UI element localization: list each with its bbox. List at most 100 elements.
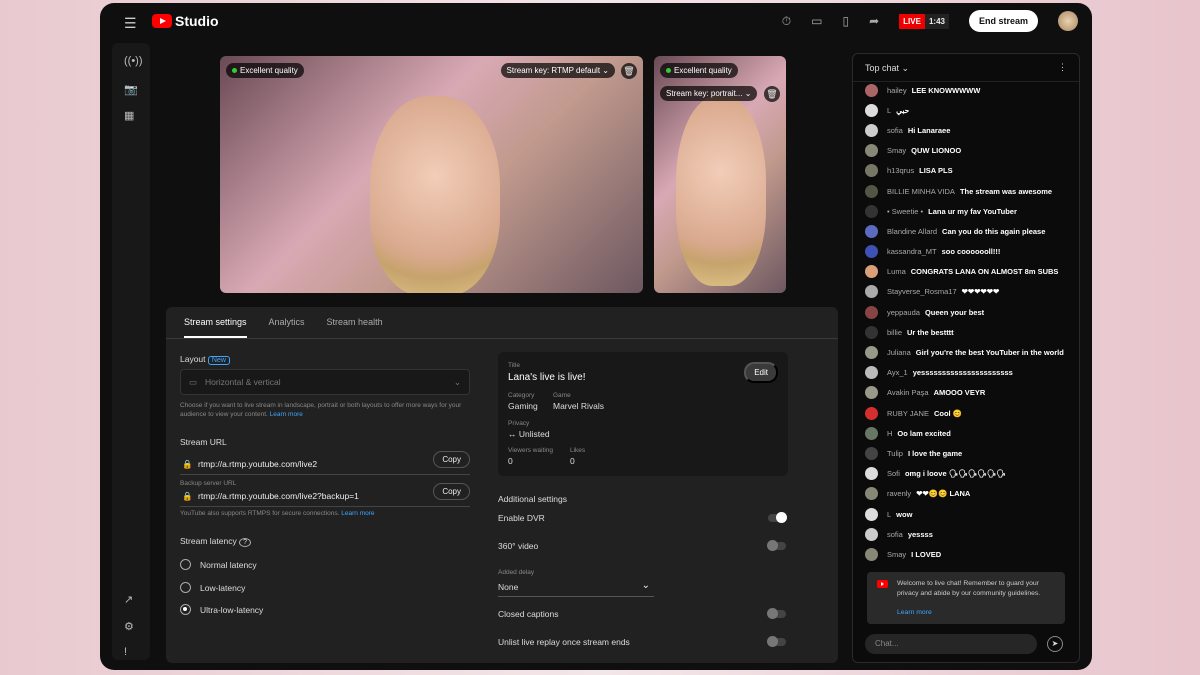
chat-author[interactable]: yeppauda (887, 308, 920, 317)
dvr-toggle[interactable] (768, 512, 787, 523)
chat-avatar[interactable] (865, 406, 878, 420)
chat-author[interactable]: Sofi (887, 469, 900, 478)
chat-message: Juliana Girl you're the best YouTuber in … (865, 342, 1073, 362)
chat-avatar[interactable] (865, 123, 878, 137)
chat-avatar[interactable] (865, 467, 878, 481)
tab-analytics[interactable]: Analytics (269, 317, 305, 338)
chat-avatar[interactable] (865, 507, 878, 521)
end-stream-button[interactable]: End stream (968, 10, 1038, 32)
lock-icon: 🔒 (182, 491, 193, 501)
chat-avatar[interactable] (865, 184, 878, 198)
delete-icon[interactable]: 🗑 (621, 63, 637, 79)
chat-author[interactable]: Avakin Paşa (887, 388, 929, 397)
chat-author[interactable]: Stayverse_Rosma17 (887, 287, 957, 296)
send-icon[interactable]: ➤ (1047, 636, 1063, 652)
youtube-studio-logo[interactable]: Studio (152, 13, 219, 29)
vertical-preview[interactable]: Excellent quality Stream key: portrait..… (654, 56, 786, 293)
delete-icon[interactable]: 🗑 (764, 86, 780, 102)
chat-avatar[interactable] (865, 265, 878, 279)
chat-author[interactable]: ravenly (887, 489, 911, 498)
top-chat-dropdown[interactable]: Top chat ⌄ (865, 63, 909, 73)
chat-author[interactable]: sofia (887, 126, 903, 135)
chat-author[interactable]: H (887, 429, 892, 438)
chat-avatar[interactable] (865, 325, 878, 339)
live-broadcast-icon[interactable]: ((•)) (124, 55, 143, 67)
chat-avatar[interactable] (865, 144, 878, 158)
chat-author[interactable]: Juliana (887, 348, 911, 357)
chat-avatar[interactable] (865, 224, 878, 238)
horizontal-preview[interactable]: Excellent quality Stream key: RTMP defau… (220, 56, 643, 293)
stream-key-dropdown[interactable]: Stream key: RTMP default ⌄ (500, 63, 615, 78)
chat-author[interactable]: Smay (887, 550, 906, 559)
chat-author[interactable]: Smay (887, 146, 906, 155)
screen-icon[interactable]: ▭ (811, 14, 822, 28)
chat-avatar[interactable] (865, 487, 878, 501)
chat-avatar[interactable] (865, 164, 878, 178)
help-icon[interactable]: ? (239, 538, 251, 547)
layout-select[interactable]: ▭ Horizontal & vertical ⌄ (180, 369, 470, 395)
rtmps-learn-more[interactable]: Learn more (341, 510, 374, 517)
chat-avatar[interactable] (865, 446, 878, 460)
chat-author[interactable]: billie (887, 328, 902, 337)
bookmark-icon[interactable]: ▯ (843, 14, 850, 28)
copy-backup-url-button[interactable]: Copy (433, 483, 470, 500)
360-video-toggle[interactable] (767, 540, 786, 551)
chat-author[interactable]: Blandine Allard (887, 227, 937, 236)
chat-message: ravenly ❤❤😊😊 LANA (865, 484, 1073, 504)
chat-author[interactable]: L (887, 106, 891, 115)
edit-button[interactable]: Edit (744, 362, 778, 383)
stream-key-dropdown[interactable]: Stream key: portrait... ⌄ (660, 86, 758, 101)
copy-url-button[interactable]: Copy (433, 451, 470, 468)
layout-learn-more[interactable]: Learn more (270, 411, 303, 418)
chat-avatar[interactable] (865, 285, 878, 299)
streamer-image (370, 96, 500, 293)
chat-text: AMOOO VEYR (933, 388, 986, 398)
calendar-icon[interactable]: ▦ (124, 109, 134, 122)
chat-avatar[interactable] (865, 305, 878, 319)
welcome-learn-more[interactable]: Learn more (897, 609, 932, 616)
streamer-image (676, 96, 766, 286)
share-icon[interactable]: ➦ (869, 14, 879, 28)
unlisted-icon: ↔ (508, 429, 517, 439)
radio-normal-latency[interactable]: Normal latency (180, 559, 257, 570)
chat-author[interactable]: sofia (887, 530, 903, 539)
chat-author[interactable]: • Sweetie • (887, 207, 923, 216)
chat-text: yessssssssssssssssssssss (912, 368, 1013, 378)
chat-avatar[interactable] (865, 83, 878, 97)
camera-icon[interactable]: 📷 (124, 83, 138, 96)
timer-icon[interactable]: ⏱ (782, 14, 791, 29)
settings-icon[interactable]: ⚙ (124, 620, 134, 633)
chat-author[interactable]: hailey (887, 86, 907, 95)
closed-captions-toggle[interactable] (767, 608, 786, 619)
chat-input[interactable]: Chat... (865, 634, 1037, 654)
chat-author[interactable]: Tulip (887, 449, 903, 458)
chat-avatar[interactable] (865, 527, 878, 541)
chat-author[interactable]: BILLIE MINHA VIDA (887, 187, 955, 196)
chat-avatar[interactable] (865, 426, 878, 440)
radio-low-latency[interactable]: Low-latency (180, 582, 245, 593)
radio-ultra-low-latency[interactable]: Ultra-low-latency (180, 604, 263, 615)
external-link-icon[interactable]: ↗ (124, 593, 133, 606)
chat-author[interactable]: h13qrus (887, 166, 914, 175)
more-options-icon[interactable]: ⋮ (1058, 62, 1067, 73)
chat-author[interactable]: RUBY JANE (887, 409, 929, 418)
chat-author[interactable]: kassandra_MT (887, 247, 937, 256)
chevron-down-icon: ⌄ (453, 377, 461, 387)
chat-author[interactable]: Luma (887, 267, 906, 276)
chat-avatar[interactable] (865, 245, 878, 259)
added-delay-select[interactable]: None ⌄ (498, 579, 654, 597)
chat-avatar[interactable] (865, 204, 878, 218)
tab-stream-health[interactable]: Stream health (327, 317, 383, 338)
feedback-icon[interactable]: ! (124, 646, 127, 658)
chat-avatar[interactable] (865, 386, 878, 400)
chat-avatar[interactable] (865, 366, 878, 380)
tab-stream-settings[interactable]: Stream settings (184, 317, 247, 338)
chat-avatar[interactable] (865, 346, 878, 360)
menu-icon[interactable]: ☰ (124, 15, 137, 32)
chat-avatar[interactable] (865, 547, 878, 561)
account-avatar[interactable] (1058, 11, 1078, 31)
chat-author[interactable]: L (887, 510, 891, 519)
unlist-replay-toggle[interactable] (767, 636, 786, 647)
chat-author[interactable]: Ayx_1 (887, 368, 908, 377)
chat-avatar[interactable] (865, 103, 878, 117)
